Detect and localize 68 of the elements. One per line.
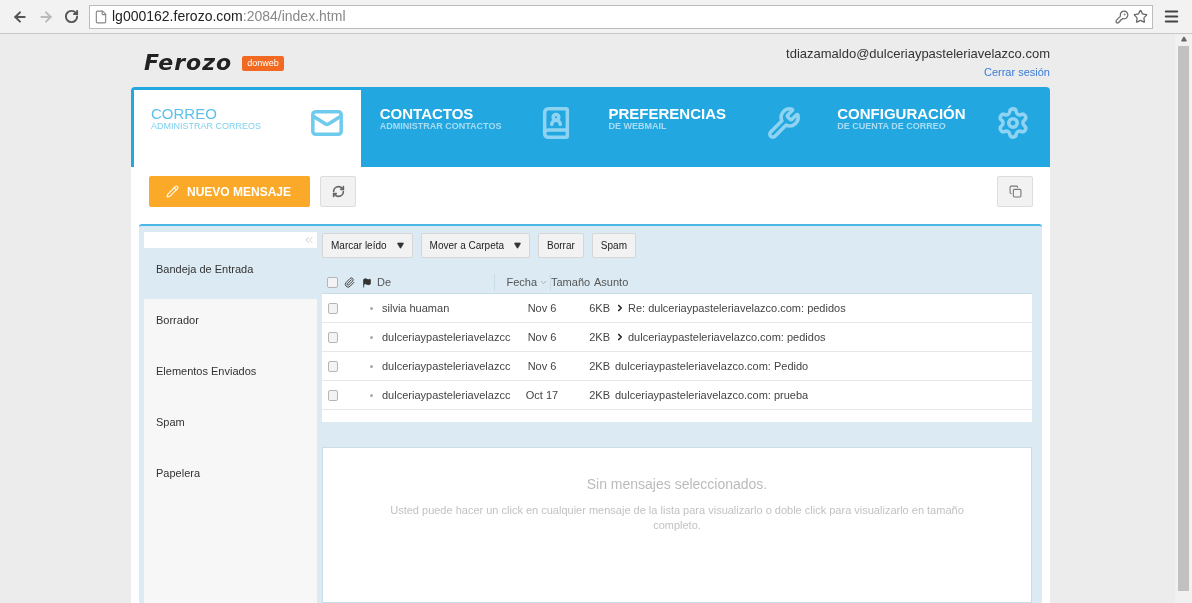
date-text: Nov 6 xyxy=(526,358,558,374)
key-icon[interactable] xyxy=(1115,9,1129,24)
row-checkbox[interactable] xyxy=(328,360,338,372)
tab-title: CONFIGURACIÓN xyxy=(837,106,966,121)
thread-chevron-icon[interactable] xyxy=(615,303,625,313)
tab-title: CONTACTOS xyxy=(379,106,475,121)
sender-text: dulceriaypasteleriavelazcc xyxy=(382,387,512,403)
refresh-button[interactable] xyxy=(320,176,356,207)
scroll-up-icon[interactable] xyxy=(1180,36,1187,42)
row-checkbox[interactable] xyxy=(328,302,338,314)
user-email: tdiazamaldo@dulceriaypasteleriavelazco.com xyxy=(786,45,1050,63)
copy-icon xyxy=(1008,185,1022,198)
folder-item[interactable]: Bandeja de Entrada xyxy=(144,248,317,299)
subject-text: dulceriaypasteleriavelazco.com: pedidos xyxy=(628,329,826,345)
reload-icon[interactable] xyxy=(64,9,79,24)
row-checkbox[interactable] xyxy=(328,389,338,401)
message-row[interactable]: dulceriaypasteleriavelazcc Nov 6 2KB dulceriaypasteleriavelazco.com: Pedido xyxy=(322,352,1032,381)
tools-icon xyxy=(767,106,802,140)
sort-icon xyxy=(539,278,548,287)
column-header[interactable]: Tamaño xyxy=(551,274,592,291)
gear-icon xyxy=(996,106,1030,140)
size-text: 2KB xyxy=(588,358,610,374)
date-text: Oct 17 xyxy=(524,387,560,403)
sender-text: dulceriaypasteleriavelazcc xyxy=(382,358,512,374)
subject-text: dulceriaypasteleriavelazco.com: prueba xyxy=(615,387,809,403)
action-button[interactable]: Marcar leído xyxy=(322,233,413,258)
popout-button[interactable] xyxy=(997,176,1033,207)
preview-title: Sin mensajes seleccionados. xyxy=(586,475,768,494)
date-text: Nov 6 xyxy=(526,300,558,316)
tab-subtitle: ADMINISTRAR CORREOS xyxy=(151,122,261,131)
select-all-checkbox[interactable] xyxy=(327,277,338,288)
column-header[interactable]: Asunto xyxy=(592,274,1032,291)
row-checkbox[interactable] xyxy=(328,331,338,343)
subject-text: Re: dulceriaypasteleriavelazco.com: pedidos xyxy=(628,300,846,316)
address-bar[interactable]: lg000162.ferozo.com:2084/index.html xyxy=(89,4,1153,29)
sender-text: dulceriaypasteleriavelazcc xyxy=(382,329,512,345)
tab-subtitle: ADMINISTRAR CONTACTOS xyxy=(379,122,502,131)
tab-title: CORREO xyxy=(151,106,218,121)
action-button[interactable]: Borrar xyxy=(538,233,584,258)
message-row[interactable]: silvia huaman Nov 6 6KB Re: dulceriaypasteleriavelazco.com: pedidos xyxy=(322,294,1032,323)
column-header[interactable]: Fecha xyxy=(495,274,551,291)
tab-title: PREFERENCIAS xyxy=(608,106,727,121)
sender-text: silvia huaman xyxy=(382,300,451,316)
attachment-icon xyxy=(344,277,355,288)
logo: Ferozo xyxy=(144,52,233,74)
back-icon[interactable] xyxy=(12,8,28,25)
page-icon xyxy=(94,9,108,24)
star-icon[interactable] xyxy=(1133,9,1148,24)
subject-text: dulceriaypasteleriavelazco.com: Pedido xyxy=(615,358,809,374)
tab-subtitle: DE CUENTA DE CORREO xyxy=(837,122,947,131)
logout-link[interactable]: Cerrar sesión xyxy=(983,63,1050,80)
size-text: 2KB xyxy=(588,329,610,345)
size-text: 6KB xyxy=(588,300,610,316)
pencil-icon xyxy=(166,185,179,198)
date-text: Nov 6 xyxy=(526,329,558,345)
message-row[interactable]: dulceriaypasteleriavelazcc Oct 17 2KB dulceriaypasteleriavelazco.com: prueba xyxy=(322,381,1032,410)
menu-icon[interactable] xyxy=(1163,8,1180,25)
brand-badge: donweb xyxy=(242,55,284,71)
tab-subtitle: DE WEBMAIL xyxy=(608,122,668,131)
column-header[interactable]: De xyxy=(377,274,495,291)
flag-icon xyxy=(362,277,372,288)
thread-chevron-icon[interactable] xyxy=(615,332,625,342)
action-button[interactable]: Mover a Carpeta xyxy=(420,233,531,258)
action-button[interactable]: Spam xyxy=(591,233,636,258)
url-text: lg000162.ferozo.com:2084/index.html xyxy=(112,7,346,26)
refresh-icon xyxy=(331,185,345,198)
size-text: 2KB xyxy=(588,387,610,403)
message-row[interactable]: dulceriaypasteleriavelazcc Nov 6 2KB dulceriaypasteleriavelazco.com: pedidos xyxy=(322,323,1032,352)
